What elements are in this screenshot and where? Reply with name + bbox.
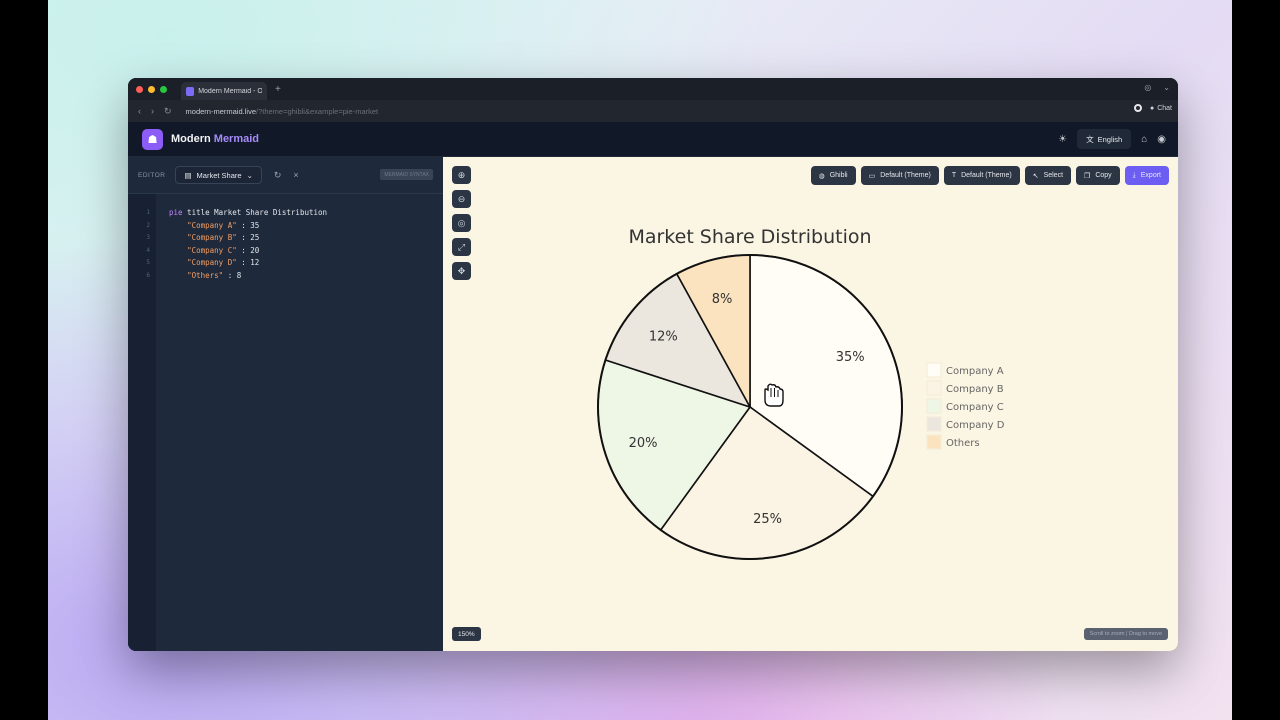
browser-tabbar: Modern Mermaid - Onl + ◎ ⌄ — [128, 78, 1178, 100]
pie-slice-label: 20% — [629, 436, 658, 451]
chat-button[interactable]: ● Chat — [1150, 105, 1172, 112]
refresh-icon[interactable]: ↻ — [274, 170, 282, 181]
browser-window: Modern Mermaid - Onl + ◎ ⌄ ‹ › ↻ modern-… — [128, 78, 1178, 651]
syntax-badge: MERMAID SYNTAX — [380, 169, 433, 180]
github-icon[interactable]: ⌂ — [1141, 134, 1147, 145]
code-rest: : 35 — [236, 220, 260, 230]
line-number: 2 — [146, 221, 150, 229]
code-string: "Others" — [187, 270, 224, 280]
url-field[interactable]: modern-mermaid.live/?theme=ghibli&exampl… — [186, 107, 379, 116]
address-bar-row: ‹ › ↻ modern-mermaid.live/?theme=ghibli&… — [128, 100, 1178, 122]
discord-icon[interactable]: ◉ — [1157, 134, 1166, 145]
language-button[interactable]: 文 English — [1077, 129, 1132, 149]
chart-title: Market Share Distribution — [628, 226, 871, 248]
code-text: "Others" : 8 — [152, 270, 241, 283]
code-line: 4 "Company C" : 20 — [128, 245, 443, 258]
legend-swatch — [926, 380, 942, 396]
legend-label: Company D — [946, 420, 1005, 431]
code-keyword: pie — [169, 208, 183, 217]
url-host: modern-mermaid.live — [185, 106, 256, 116]
code-line: 3 "Company B" : 25 — [128, 232, 443, 245]
legend-label: Company C — [946, 402, 1004, 413]
account-icon[interactable]: ◎ — [1144, 83, 1151, 92]
forward-arrow-icon[interactable]: › — [151, 106, 154, 116]
legend-label: Company A — [946, 366, 1004, 377]
extension-icon[interactable] — [1133, 104, 1142, 112]
chat-bubble-icon: ● — [1149, 104, 1155, 112]
pie-slice-label: 8% — [712, 292, 733, 307]
close-window-button[interactable] — [136, 85, 143, 93]
line-number: 3 — [146, 234, 150, 242]
code-text: pie title Market Share Distribution — [152, 207, 327, 220]
code-line: 5 "Company D" : 12 — [128, 257, 443, 270]
tab-list-chevron-icon[interactable]: ⌄ — [1163, 83, 1170, 92]
code-editor[interactable]: 1 pie title Market Share Distribution 2 "C… — [128, 207, 443, 283]
new-tab-button[interactable]: + — [275, 84, 281, 95]
code-string: "Company C" — [187, 245, 237, 255]
legend-swatch — [926, 362, 942, 378]
pie-slice-label: 35% — [836, 350, 865, 365]
tab-favicon-icon — [186, 86, 195, 96]
pie-chart: Market Share Distribution 35% 25% 20% 12% 8%… — [597, 226, 1005, 560]
code-text: "Company C" : 20 — [152, 245, 259, 258]
code-rest: : 20 — [236, 245, 260, 255]
code-rest: title Market Share Distribution — [182, 208, 328, 217]
code-text: "Company D" : 12 — [152, 257, 259, 270]
canvas-hint: Scroll to zoom | Drag to move — [1083, 628, 1168, 640]
language-label: English — [1097, 134, 1123, 144]
pie-slice-label: 12% — [649, 329, 678, 344]
minimize-window-button[interactable] — [148, 85, 155, 93]
line-number: 4 — [146, 246, 150, 254]
legend-swatch — [926, 434, 942, 450]
code-line: 2 "Company A" : 35 — [128, 220, 443, 233]
app-brand: Modern Mermaid — [171, 133, 259, 145]
preview-canvas[interactable]: ⊕ ⊖ ◎ ⤢ ✥ ◍ Ghibli ▭ Default (Theme) T Defa… — [443, 157, 1178, 651]
code-line: 1 pie title Market Share Distribution — [128, 207, 443, 220]
line-number: 5 — [146, 259, 150, 267]
line-number: 6 — [146, 271, 150, 279]
translate-icon: 文 — [1086, 134, 1094, 144]
app-header: ☗ Modern Mermaid ☀ 文 English ⌂ ◉ — [128, 122, 1178, 157]
chat-label: Chat — [1157, 104, 1172, 112]
legend-swatch — [926, 398, 942, 414]
code-text: "Company B" : 25 — [152, 232, 259, 245]
line-number: 1 — [146, 209, 150, 216]
browser-tab[interactable]: Modern Mermaid - Onl — [181, 82, 267, 100]
example-select[interactable]: ▤ Market Share ⌄ — [175, 166, 262, 184]
example-select-value: Market Share — [196, 170, 242, 180]
maximize-window-button[interactable] — [160, 85, 167, 93]
code-string: "Company D" — [187, 258, 237, 268]
code-string: "Company B" — [187, 233, 237, 243]
editor-panel: EDITOR ▤ Market Share ⌄ ↻ × MERMAID SYNT… — [128, 157, 443, 651]
brand-accent: Mermaid — [213, 133, 260, 145]
workspace: EDITOR ▤ Market Share ⌄ ↻ × MERMAID SYNT… — [128, 157, 1178, 651]
legend-label: Company B — [946, 384, 1004, 395]
window-controls — [136, 85, 167, 93]
pie-slice-label: 25% — [753, 512, 782, 527]
close-icon[interactable]: × — [293, 170, 298, 180]
zoom-level-indicator: 150% — [452, 627, 481, 641]
code-rest: : 25 — [236, 233, 260, 243]
code-rest: : 12 — [236, 258, 260, 268]
letterbox-left — [0, 0, 48, 720]
url-path: /?theme=ghibli&example=pie-market — [255, 106, 379, 116]
brand-name: Modern — [171, 133, 214, 145]
code-rest: : 8 — [223, 270, 242, 280]
editor-toolbar: EDITOR ▤ Market Share ⌄ ↻ × MERMAID SYNT… — [128, 157, 443, 194]
letterbox-right — [1232, 0, 1280, 720]
tab-title: Modern Mermaid - Onl — [198, 87, 262, 95]
code-string: "Company A" — [187, 220, 237, 230]
chevron-down-icon: ⌄ — [246, 170, 253, 180]
code-text: "Company A" : 35 — [152, 220, 259, 233]
reload-icon[interactable]: ↻ — [164, 106, 172, 117]
legend-swatch — [926, 416, 942, 432]
back-arrow-icon[interactable]: ‹ — [138, 106, 141, 116]
legend-label: Others — [946, 438, 980, 449]
code-line: 6 "Others" : 8 — [128, 270, 443, 283]
sun-theme-icon[interactable]: ☀ — [1058, 134, 1067, 145]
robot-logo-icon: ☗ — [142, 128, 163, 150]
editor-label: EDITOR — [138, 171, 166, 179]
document-icon: ▤ — [184, 170, 192, 180]
